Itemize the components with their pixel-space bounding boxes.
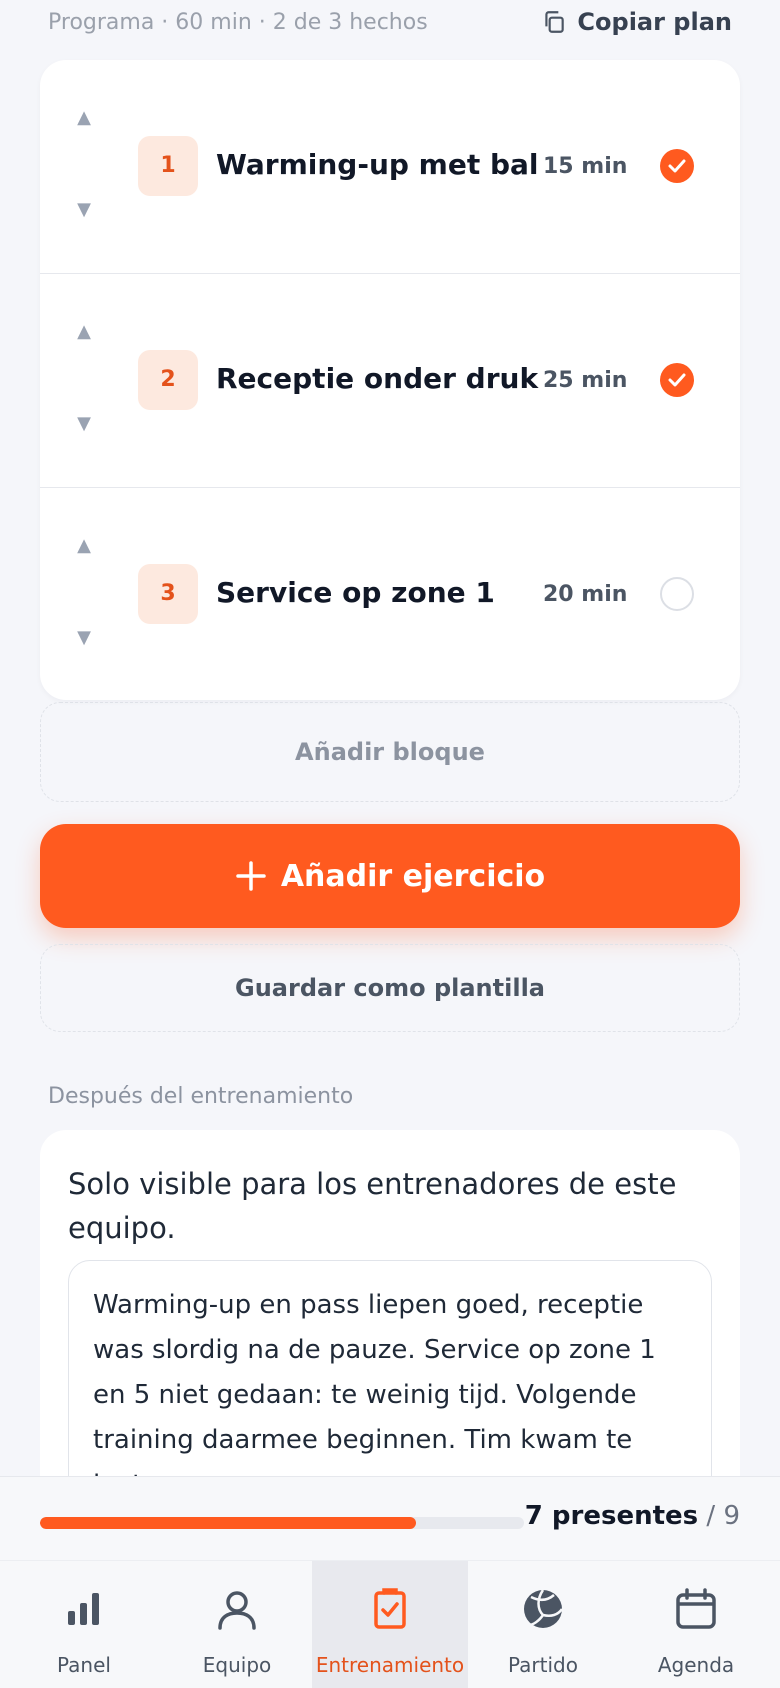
visibility-info: Solo visible para los entrenadores de es… xyxy=(68,1167,677,1245)
move-up-icon[interactable]: ▲ xyxy=(74,108,94,128)
done-checkbox[interactable] xyxy=(660,577,694,611)
exercise-name: Service op zone 1 xyxy=(216,576,495,609)
nav-label: Agenda xyxy=(657,1653,735,1677)
nav-label: Entrenamiento xyxy=(315,1653,465,1677)
exercise-number: 3 xyxy=(138,564,198,624)
nav-item-entrenamiento[interactable]: Entrenamiento xyxy=(312,1561,468,1688)
copy-icon xyxy=(545,11,565,33)
save-template-button[interactable]: Guardar como plantilla xyxy=(40,944,740,1032)
after-training-label: Después del entrenamiento xyxy=(48,1084,354,1109)
volleyball-icon xyxy=(524,1589,564,1628)
chart-icon xyxy=(68,1593,99,1625)
attendance-progress xyxy=(40,1517,524,1529)
nav-label: Panel xyxy=(57,1653,111,1677)
exercise-list: ▲ ▼ 1 Warming-up met bal 15 min ▲ ▼ 2 Re… xyxy=(40,60,740,700)
nav-item-partido[interactable]: Partido xyxy=(465,1561,621,1688)
bottom-nav: Panel Equipo Entrenamiento Partido Agend… xyxy=(0,1560,780,1688)
exercise-name: Warming-up met bal xyxy=(216,148,539,181)
exercise-row-2[interactable]: ▲ ▼ 2 Receptie onder druk 25 min xyxy=(40,274,740,488)
exercise-duration: 15 min xyxy=(543,154,628,179)
copy-plan-label: Copiar plan xyxy=(577,8,732,36)
move-down-icon[interactable]: ▼ xyxy=(74,200,94,220)
done-checkbox[interactable] xyxy=(660,149,694,183)
nav-item-agenda[interactable]: Agenda xyxy=(618,1561,774,1688)
checkmark-icon xyxy=(668,373,686,387)
present-count: 7 presentes xyxy=(524,1501,699,1531)
add-block-button[interactable]: Añadir bloque xyxy=(40,702,740,802)
exercise-row-1[interactable]: ▲ ▼ 1 Warming-up met bal 15 min xyxy=(40,60,740,274)
nav-item-equipo[interactable]: Equipo xyxy=(159,1561,315,1688)
calendar-icon xyxy=(676,1588,716,1629)
checkmark-icon xyxy=(668,159,686,173)
total-count: / 9 xyxy=(706,1501,740,1531)
plus-icon xyxy=(236,861,266,891)
program-header: Programa · 60 min · 2 de 3 hechos Copiar… xyxy=(0,0,780,48)
person-icon xyxy=(218,1591,256,1630)
exercise-number: 2 xyxy=(138,350,198,410)
move-up-icon[interactable]: ▲ xyxy=(74,536,94,556)
move-down-icon[interactable]: ▼ xyxy=(74,628,94,648)
exercise-duration: 25 min xyxy=(543,368,628,393)
add-exercise-label: Añadir ejercicio xyxy=(280,858,546,894)
attendance-progress-fill xyxy=(40,1517,417,1529)
exercise-duration: 20 min xyxy=(543,582,628,607)
move-down-icon[interactable]: ▼ xyxy=(74,414,94,434)
program-summary: Programa · 60 min · 2 de 3 hechos xyxy=(48,10,428,35)
move-up-icon[interactable]: ▲ xyxy=(74,322,94,342)
training-page: Programa · 60 min · 2 de 3 hechos Copiar… xyxy=(0,0,780,1688)
nav-label: Partido xyxy=(508,1653,578,1677)
nav-item-panel[interactable]: Panel xyxy=(6,1561,162,1688)
copy-plan-button[interactable]: Copiar plan xyxy=(541,8,732,36)
exercise-row-3[interactable]: ▲ ▼ 3 Service op zone 1 20 min xyxy=(40,488,740,700)
exercise-name: Receptie onder druk xyxy=(216,362,539,395)
add-exercise-button[interactable]: Añadir ejercicio xyxy=(40,824,740,928)
exercise-number: 1 xyxy=(138,136,198,196)
nav-label: Equipo xyxy=(202,1653,272,1677)
attendance-bar: 7 presentes / 9 xyxy=(0,1476,780,1560)
done-checkbox[interactable] xyxy=(660,363,694,397)
clipboard-check-icon xyxy=(374,1588,406,1629)
attendance-summary[interactable]: 7 presentes / 9 xyxy=(525,1501,740,1531)
